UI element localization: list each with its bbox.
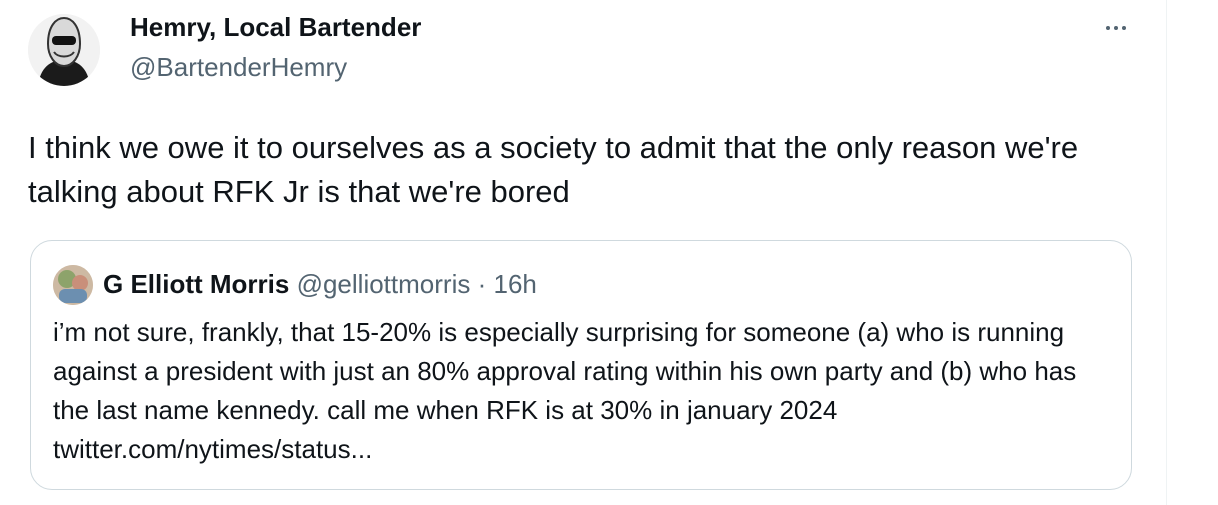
tweet-text: I think we owe it to ourselves as a soci… bbox=[28, 130, 1079, 209]
more-horizontal-icon[interactable] bbox=[1098, 14, 1134, 42]
quote-timestamp[interactable]: 16h bbox=[493, 269, 536, 299]
quote-avatar-image bbox=[53, 265, 93, 305]
quote-avatar[interactable] bbox=[53, 265, 93, 305]
more-dot bbox=[1114, 26, 1118, 30]
quote-author-name[interactable]: G Elliott Morris bbox=[103, 269, 289, 299]
right-divider bbox=[1166, 0, 1167, 505]
quote-separator: · bbox=[477, 269, 487, 299]
author-name[interactable]: Hemry, Local Bartender bbox=[130, 12, 421, 43]
more-dot bbox=[1122, 26, 1126, 30]
author-handle[interactable]: @BartenderHemry bbox=[130, 52, 347, 83]
more-dot bbox=[1106, 26, 1110, 30]
avatar[interactable] bbox=[28, 14, 100, 86]
quote-header: G Elliott Morris @gelliottmorris · 16h bbox=[103, 267, 537, 301]
quote-tweet-card[interactable]: G Elliott Morris @gelliottmorris · 16h i… bbox=[30, 240, 1132, 490]
avatar-image bbox=[28, 14, 100, 86]
quote-text: i’m not sure, frankly, that 15-20% is es… bbox=[53, 317, 1077, 464]
quote-author-handle[interactable]: @gelliottmorris bbox=[297, 269, 471, 299]
